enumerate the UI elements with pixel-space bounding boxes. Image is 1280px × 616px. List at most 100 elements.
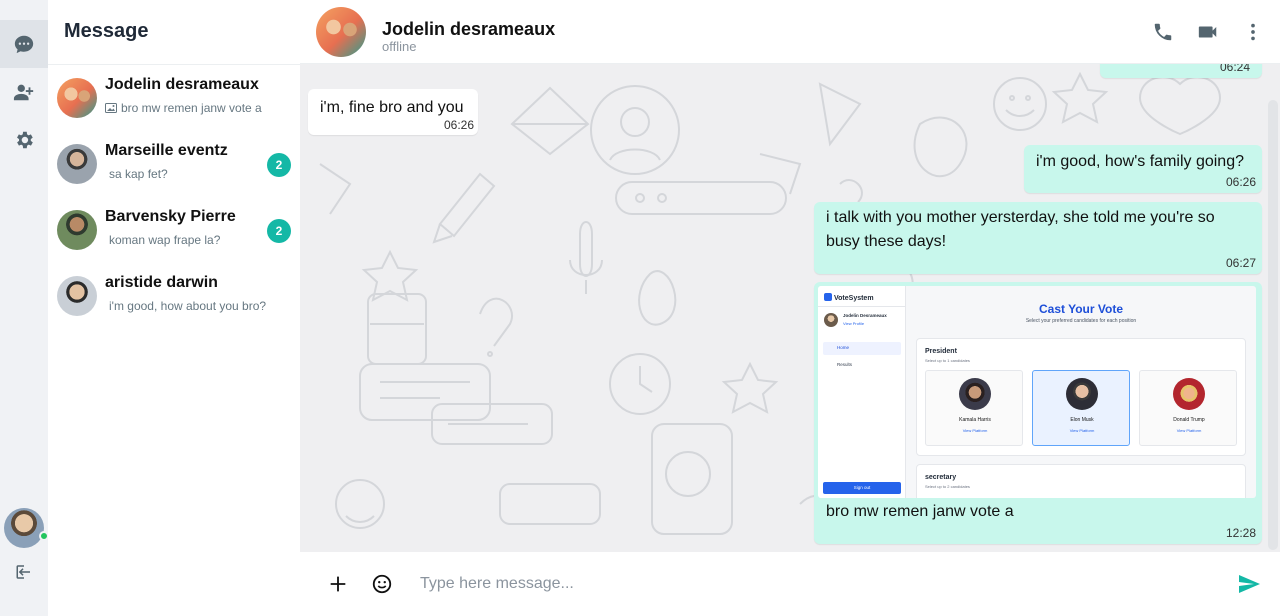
unread-badge: 2 — [267, 219, 291, 243]
message-bubble-image[interactable]: VoteSystem Jodelin Desrameaux View Profi… — [814, 282, 1262, 544]
vs-position-title: President — [925, 348, 957, 355]
vs-candidate-name: Donald Trump — [1173, 417, 1205, 423]
message-text: i'm, fine bro and you — [320, 99, 464, 116]
image-icon — [105, 103, 117, 113]
vs-candidate-name: Kamala Harris — [959, 417, 991, 423]
contact-item-marseille[interactable]: Marseille eventz sa kap fet? 2 — [48, 134, 300, 196]
chat-scrollbar[interactable] — [1268, 100, 1278, 550]
emoji-button[interactable] — [370, 572, 394, 596]
video-call-button[interactable] — [1196, 20, 1220, 44]
plus-icon — [330, 576, 346, 592]
conversation-sidebar: Message Jodelin desrameaux bro mw remen … — [48, 0, 300, 616]
contact-preview: koman wap frape la? — [109, 233, 221, 247]
contact-item-jodelin[interactable]: Jodelin desrameaux bro mw remen janw vot… — [48, 68, 300, 130]
chat-contact-status: offline — [382, 39, 417, 54]
vs-candidate-photo — [1066, 378, 1098, 410]
chat-avatar[interactable] — [316, 7, 366, 57]
chat-icon — [14, 35, 34, 54]
left-rail — [0, 0, 49, 616]
chat-contact-name: Jodelin desrameaux — [382, 19, 556, 39]
logout-button[interactable] — [0, 548, 48, 596]
message-time: 06:24 — [1219, 64, 1250, 74]
vs-logo: VoteSystem — [824, 293, 874, 302]
message-text: i'm good, how's family going? — [1036, 153, 1244, 170]
vs-app-name: VoteSystem — [834, 295, 874, 302]
attach-button[interactable] — [326, 572, 350, 596]
avatar — [57, 276, 97, 316]
vs-subtitle: Select your preferred candidates for eac… — [1025, 318, 1137, 324]
call-button[interactable] — [1151, 20, 1175, 44]
vs-sign-out: Sign out — [823, 482, 901, 494]
vs-candidate-platform: View Platform — [1069, 428, 1095, 433]
message-bubble-outgoing[interactable]: i'm good, how's family going? 06:26 — [1024, 145, 1262, 193]
vs-logo-icon — [824, 293, 832, 301]
message-bubble-incoming[interactable]: i'm, fine bro and you 06:26 — [308, 89, 478, 135]
vs-candidate-card: Kamala Harris View Platform — [925, 370, 1023, 446]
avatar — [57, 144, 97, 184]
message-input[interactable] — [412, 568, 1212, 600]
send-icon — [1239, 575, 1260, 593]
contact-name: Marseille eventz — [105, 142, 228, 159]
unread-badge: 2 — [267, 153, 291, 177]
message-caption: bro mw remen janw vote a — [826, 503, 1014, 520]
video-icon — [1198, 26, 1217, 38]
chat-messages-area[interactable]: 06:24 i'm, fine bro and you 06:26 i'm go… — [300, 64, 1280, 552]
phone-icon — [1154, 23, 1172, 41]
send-button[interactable] — [1237, 572, 1261, 596]
logout-icon — [16, 565, 30, 579]
vs-position-card: President Select up to 1 candidates Kama… — [916, 338, 1246, 456]
contact-preview-text: bro mw remen janw vote a — [121, 101, 262, 115]
contact-item-aristide[interactable]: aristide darwin i'm good, how about you … — [48, 266, 300, 328]
message-image[interactable]: VoteSystem Jodelin Desrameaux View Profi… — [818, 286, 1256, 498]
rail-add-contact-button[interactable] — [0, 68, 48, 116]
more-options-button[interactable] — [1241, 20, 1265, 44]
emoji-icon — [372, 574, 392, 594]
message-time: 06:26 — [443, 118, 474, 132]
message-time: 06:26 — [1225, 175, 1256, 189]
contact-preview: sa kap fet? — [109, 167, 168, 181]
vs-position-title: secretary — [925, 474, 957, 481]
divider — [818, 306, 906, 307]
message-bubble-outgoing[interactable]: i talk with you mother yersterday, she t… — [814, 202, 1262, 274]
vs-candidate-photo — [959, 378, 991, 410]
vs-position-sub: Select up to 1 candidates — [925, 358, 970, 363]
vs-candidate-name: Elon Musk — [1070, 417, 1094, 423]
sidebar-title: Message — [64, 20, 149, 42]
vs-user-name: Jodelin Desrameaux — [843, 313, 887, 318]
message-bubble-outgoing[interactable]: 06:24 — [1100, 64, 1262, 78]
gear-icon — [17, 131, 33, 149]
message-time: 06:27 — [1225, 256, 1256, 270]
vs-candidate-platform: View Platform — [1176, 428, 1202, 433]
vs-candidate-platform: View Platform — [962, 428, 988, 433]
contact-preview: bro mw remen janw vote a — [105, 101, 262, 115]
vs-candidate-card: Donald Trump View Platform — [1139, 370, 1237, 446]
vs-nav-results: Results — [837, 362, 853, 367]
contact-name: Jodelin desrameaux — [105, 76, 259, 93]
rail-chats-button[interactable] — [0, 20, 48, 68]
messenger-app: Message Jodelin desrameaux bro mw remen … — [0, 0, 1280, 616]
vs-user-avatar — [824, 313, 838, 327]
chat-header: Jodelin desrameaux offline — [300, 0, 1280, 64]
vs-position-sub: Select up to 2 candidates — [925, 484, 970, 489]
contact-name: aristide darwin — [105, 274, 218, 291]
message-time: 12:28 — [1225, 526, 1256, 540]
vs-sidebar: VoteSystem Jodelin Desrameaux View Profi… — [818, 286, 906, 498]
vs-candidate-card-selected: Elon Musk View Platform — [1032, 370, 1130, 446]
rail-settings-button[interactable] — [0, 116, 48, 164]
vs-candidate-photo — [1173, 378, 1205, 410]
my-avatar[interactable] — [4, 508, 44, 548]
add-contact-icon — [13, 84, 34, 101]
vs-position-card: secretary Select up to 2 candidates — [916, 464, 1246, 498]
avatar — [57, 78, 97, 118]
vs-nav-home: Home — [823, 342, 901, 355]
message-text: i talk with you mother yersterday, she t… — [826, 209, 1215, 250]
message-composer — [300, 552, 1280, 616]
more-vert-icon — [1251, 23, 1255, 41]
contact-name: Barvensky Pierre — [105, 208, 236, 225]
vs-title: Cast Your Vote — [1038, 302, 1124, 316]
contact-preview: i'm good, how about you bro? — [109, 299, 267, 313]
contact-item-barvensky[interactable]: Barvensky Pierre koman wap frape la? 2 — [48, 200, 300, 262]
vs-view-profile: View Profile — [843, 321, 865, 326]
avatar — [57, 210, 97, 250]
divider — [48, 64, 300, 65]
